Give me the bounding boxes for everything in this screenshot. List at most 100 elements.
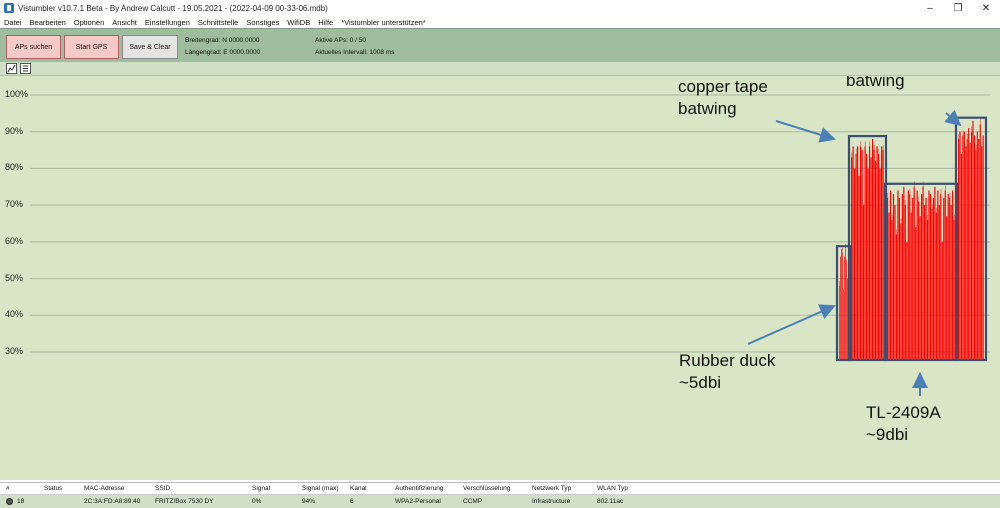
signal-bar-sheet-metal-11	[973, 135, 976, 360]
signal-bar-copper-tape-17	[876, 146, 878, 360]
col-signal-max[interactable]: Signal (max)	[302, 485, 338, 492]
signal-bar-sheet-metal-9	[971, 131, 973, 360]
col-auth[interactable]: Authentifizierung	[395, 485, 443, 492]
signal-bar-tl-2409a-11	[903, 186, 905, 360]
signal-bar-tl-2409a-43	[950, 205, 952, 360]
signal-bar-sheet-metal-15	[979, 124, 981, 360]
signal-bar-tl-2409a-18	[913, 186, 915, 360]
list-icon[interactable]	[20, 63, 31, 74]
signal-bar-tl-2409a-32	[934, 186, 936, 360]
cell-wlan-type: 802.11ac	[597, 498, 624, 505]
signal-bar-copper-tape-1	[852, 146, 854, 360]
signal-bar-tl-2409a-19	[915, 227, 917, 360]
signal-bar-tl-2409a-33	[935, 212, 937, 360]
signal-bar-rubber-duck-0	[839, 285, 840, 360]
longitude-label: Längengrad: E 0000.0000	[185, 49, 261, 56]
col-channel[interactable]: Kanal	[350, 485, 367, 492]
arrow-copper-tape	[775, 120, 836, 143]
signal-bar-tl-2409a-10	[901, 194, 903, 360]
signal-bar-copper-tape-16	[875, 161, 877, 360]
col-network-type[interactable]: Netzwerk Typ	[532, 485, 571, 492]
signal-bar-copper-tape-19	[879, 168, 881, 360]
signal-bar-copper-tape-2	[854, 168, 856, 360]
cell-signal-max: 94%	[302, 498, 316, 505]
signal-bar-tl-2409a-41	[947, 194, 949, 360]
graph-icon[interactable]	[6, 63, 17, 74]
cell-encryption: CCMP	[463, 498, 483, 505]
col-signal[interactable]: Signal	[252, 485, 270, 492]
signal-graph: 100% 90% 80% 70% 60% 50% 40% 30% 3d prin…	[0, 76, 1000, 480]
signal-bar-tl-2409a-38	[943, 197, 945, 360]
signal-bar-tl-2409a-27	[926, 219, 929, 360]
signal-bar-copper-tape-6	[860, 146, 862, 360]
signal-bar-tl-2409a-20	[916, 190, 918, 360]
signal-bar-rubber-duck-2	[841, 249, 842, 360]
signal-bar-sheet-metal-6	[966, 139, 968, 360]
signal-bar-copper-tape-10	[866, 153, 868, 360]
signal-bar-tl-2409a-21	[918, 201, 920, 360]
y-tick-50: 50%	[5, 272, 24, 283]
menu-optionen[interactable]: Optionen	[74, 18, 104, 27]
signal-bar-rubber-duck-6	[845, 249, 846, 360]
menu-hilfe[interactable]: Hilfe	[318, 18, 333, 27]
col-wlan-type[interactable]: WLAN Typ	[597, 485, 628, 492]
signal-bar-copper-tape-15	[873, 150, 875, 360]
signal-bar-tl-2409a-5	[894, 205, 896, 360]
signal-bar-tl-2409a-39	[944, 190, 946, 360]
signal-bar-rubber-duck-3	[842, 252, 843, 360]
col-status[interactable]: Status	[44, 485, 62, 492]
menu-einstellungen[interactable]: Einstellungen	[145, 18, 190, 27]
signal-bar-sheet-metal-10	[972, 120, 974, 360]
arrow-rubber-duck	[747, 304, 836, 345]
signal-bar-copper-tape-7	[861, 150, 863, 360]
annotation-rubber-duck: Rubber duck ~5dbi	[679, 351, 776, 392]
cell-network-type: Infrastructure	[532, 498, 571, 505]
signal-bar-copper-tape-5	[858, 175, 860, 360]
signal-bar-tl-2409a-37	[941, 241, 943, 360]
signal-bar-rubber-duck-7	[846, 260, 847, 360]
y-tick-80: 80%	[5, 162, 24, 173]
start-gps-button[interactable]: Start GPS	[64, 35, 119, 59]
signal-bar-tl-2409a-28	[928, 190, 930, 360]
menu-schnittstelle[interactable]: Schnittstelle	[198, 18, 238, 27]
signal-bar-tl-2409a-9	[900, 223, 902, 360]
close-button[interactable]: ✕	[972, 0, 1000, 16]
col-mac[interactable]: MAC-Adresse	[84, 485, 124, 492]
signal-bar-tl-2409a-36	[940, 194, 942, 360]
scan-aps-button[interactable]: APs suchen	[6, 35, 61, 59]
save-clear-button[interactable]: Save & Clear	[122, 35, 178, 59]
menu-ansicht[interactable]: Ansicht	[112, 18, 137, 27]
signal-bar-copper-tape-9	[864, 146, 866, 360]
minimize-button[interactable]: –	[916, 0, 944, 16]
signal-bar-tl-2409a-30	[931, 208, 933, 360]
col-ssid[interactable]: SSID	[155, 485, 170, 492]
signal-bar-tl-2409a-16	[910, 212, 912, 360]
annotation-copper-tape: 3d printed copper tape batwing	[678, 77, 768, 118]
signal-bar-sheet-metal-0	[958, 139, 960, 360]
menu-wifidb[interactable]: WifiDB	[287, 18, 310, 27]
view-bar	[0, 62, 1000, 76]
y-tick-30: 30%	[5, 346, 24, 356]
menu-bearbeiten[interactable]: Bearbeiten	[30, 18, 66, 27]
col-number[interactable]: #	[6, 485, 10, 492]
signal-bar-copper-tape-21	[882, 150, 884, 360]
y-tick-100: 100%	[5, 89, 29, 99]
menu-datei[interactable]: Datei	[4, 18, 22, 27]
signal-bar-sheet-metal-2	[960, 153, 963, 360]
signal-bar-sheet-metal-12	[975, 150, 977, 360]
signal-status-icon	[6, 498, 13, 505]
maximize-button[interactable]: ❐	[944, 0, 972, 16]
table-row[interactable]: 18 2C:3A:FD:A8:89:40 FRITZ!Box 7530 DY 0…	[0, 495, 1000, 508]
toolbar: APs suchen Start GPS Save & Clear Breite…	[0, 28, 1000, 62]
signal-bar-copper-tape-11	[867, 168, 869, 360]
signal-bar-rubber-duck-1	[840, 256, 841, 360]
signal-bar-tl-2409a-22	[919, 216, 921, 360]
signal-bar-sheet-metal-16	[981, 146, 983, 360]
signal-bar-tl-2409a-34	[937, 190, 939, 360]
menu-sonstiges[interactable]: Sonstiges	[246, 18, 279, 27]
menu-support[interactable]: *Vistumbler unterstützen*	[341, 18, 426, 27]
col-encryption[interactable]: Verschlüsselung	[463, 485, 510, 492]
signal-bar-tl-2409a-2	[889, 190, 892, 360]
signal-bar-copper-tape-20	[881, 146, 883, 360]
signal-bar-sheet-metal-14	[978, 139, 980, 360]
